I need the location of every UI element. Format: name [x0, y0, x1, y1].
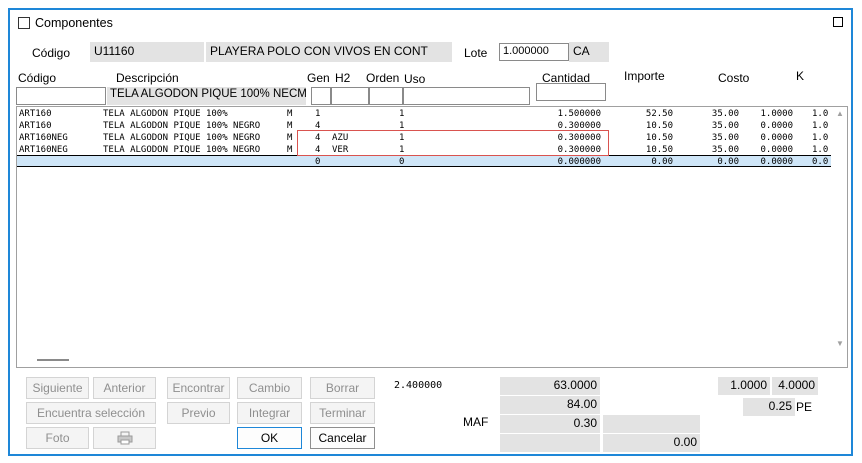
- cancelar-button[interactable]: Cancelar: [310, 427, 375, 449]
- cell-costo: 35.00: [711, 109, 739, 119]
- cell-f1: 0.0000: [760, 157, 793, 167]
- cell-costo: 0.00: [717, 157, 739, 167]
- maf-value: 0.30: [500, 415, 600, 433]
- scroll-down-icon[interactable]: ▼: [836, 339, 844, 348]
- borrar-button[interactable]: Borrar: [310, 377, 375, 399]
- terminar-button[interactable]: Terminar: [310, 402, 375, 424]
- filter-gen[interactable]: [311, 87, 331, 105]
- cell-k: 1.0: [812, 121, 829, 131]
- filter-uso[interactable]: [403, 87, 530, 105]
- maf-label: MAF: [463, 415, 489, 429]
- window-title: Componentes: [35, 16, 113, 30]
- componentes-window: Componentes Código U11160 PLAYERA POLO C…: [8, 8, 853, 456]
- cell-cantidad: 1.500000: [557, 109, 601, 119]
- integrar-button[interactable]: Integrar: [237, 402, 302, 424]
- cell-f1: 1.0000: [760, 109, 793, 119]
- unit-field[interactable]: CA: [569, 42, 609, 62]
- filter-codigo[interactable]: [16, 87, 106, 105]
- cell-codigo: ART160NEG: [19, 133, 68, 143]
- cell-orden: 1: [399, 109, 405, 119]
- encontrar-button[interactable]: Encontrar: [167, 377, 230, 399]
- col-header-orden: Orden: [366, 71, 400, 85]
- importe-total: 63.0000: [500, 377, 600, 395]
- codigo-label: Código: [32, 46, 71, 60]
- descripcion-field[interactable]: PLAYERA POLO CON VIVOS EN CONT: [206, 42, 452, 62]
- col-header-uso: Uso: [404, 72, 426, 86]
- right-value-3: 0.25: [743, 398, 795, 416]
- bottom-value: 0.00: [603, 434, 700, 452]
- filter-gen-value: M: [297, 88, 306, 100]
- cell-desc: TELA ALGODON PIQUE 100% NEGRO: [103, 121, 261, 131]
- cell-codigo: ART160: [19, 109, 52, 119]
- col-header-costo: Costo: [718, 71, 750, 85]
- highlight-box: [297, 130, 609, 156]
- ok-button[interactable]: OK: [237, 427, 302, 449]
- maximize-icon[interactable]: [833, 17, 843, 27]
- anterior-button[interactable]: Anterior: [93, 377, 156, 399]
- cell-importe: 52.50: [645, 109, 673, 119]
- lote-input[interactable]: 1.000000: [499, 43, 569, 61]
- col-header-codigo: Código: [18, 71, 57, 85]
- codigo-field[interactable]: U11160: [90, 42, 204, 62]
- cell-importe: 10.50: [645, 121, 673, 131]
- cell-codigo: ART160: [19, 121, 52, 131]
- cell-m: M: [287, 133, 293, 143]
- previo-button[interactable]: Previo: [167, 402, 230, 424]
- value-84: 84.00: [500, 396, 600, 414]
- printer-icon: [117, 431, 132, 445]
- right-value-1: 1.0000: [718, 377, 770, 395]
- cell-gen: 0: [315, 157, 321, 167]
- siguiente-button[interactable]: Siguiente: [26, 377, 89, 399]
- cell-k: 1.0: [812, 133, 829, 143]
- filter-descripcion-value: TELA ALGODON PIQUE 100% NEC: [110, 88, 298, 100]
- cell-importe: 0.00: [651, 157, 673, 167]
- foto-button[interactable]: Foto: [26, 427, 89, 449]
- cell-m: M: [287, 121, 293, 131]
- vertical-scrollbar[interactable]: ▲ ▼: [833, 107, 847, 367]
- cell-desc: TELA ALGODON PIQUE 100%: [103, 109, 228, 119]
- cell-k: 1.0: [812, 109, 829, 119]
- cell-orden: 0: [399, 157, 405, 167]
- horizontal-scrollbar[interactable]: [37, 359, 69, 361]
- col-header-gen: Gen: [307, 71, 330, 85]
- cell-importe: 10.50: [645, 133, 673, 143]
- table-row[interactable]: ART160 TELA ALGODON PIQUE 100% M 1 1 1.500000…: [17, 108, 831, 120]
- cell-f1: 0.0000: [760, 133, 793, 143]
- print-button[interactable]: [93, 427, 156, 449]
- cell-f1: 0.0000: [760, 121, 793, 131]
- cell-m: M: [287, 109, 293, 119]
- filter-orden[interactable]: [369, 87, 403, 105]
- lote-label: Lote: [464, 46, 488, 60]
- cambio-button[interactable]: Cambio: [237, 377, 302, 399]
- title-checkbox[interactable]: [18, 17, 30, 29]
- pe-label: PE: [796, 400, 813, 414]
- cell-costo: 35.00: [711, 133, 739, 143]
- filter-cantidad[interactable]: [536, 83, 606, 101]
- cell-costo: 35.00: [711, 121, 739, 131]
- right-value-2: 4.0000: [772, 377, 818, 395]
- cell-desc: TELA ALGODON PIQUE 100% NEGRO: [103, 133, 261, 143]
- col-header-h2: H2: [335, 71, 351, 85]
- encuentra-seleccion-button[interactable]: Encuentra selección: [26, 402, 156, 424]
- scroll-up-icon[interactable]: ▲: [836, 109, 844, 118]
- cell-k: 0.0: [812, 157, 829, 167]
- cell-cantidad: 0.000000: [557, 157, 601, 167]
- blank-field-2: [603, 415, 700, 433]
- total-cantidad: 2.400000: [394, 380, 443, 391]
- col-header-importe: Importe: [624, 69, 665, 83]
- cell-gen: 1: [315, 109, 321, 119]
- table-row[interactable]: 0 0 0.000000 0.00 0.00 0.0000 0.0: [17, 155, 831, 167]
- filter-h2[interactable]: [331, 87, 369, 105]
- filter-descripcion[interactable]: TELA ALGODON PIQUE 100% NECM: [107, 87, 306, 105]
- col-header-descripcion: Descripción: [116, 71, 179, 85]
- blank-field-1: [500, 434, 600, 452]
- col-header-k: K: [796, 69, 805, 83]
